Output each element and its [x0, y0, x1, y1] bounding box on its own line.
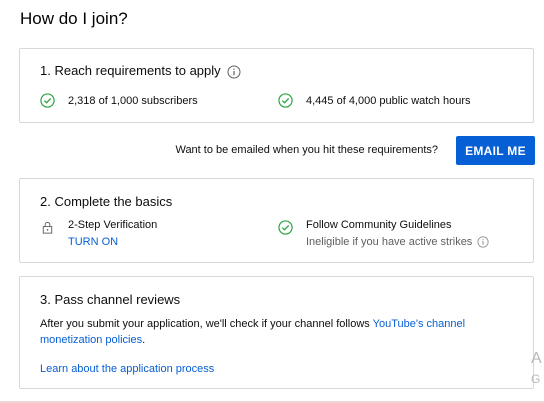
step2-title: 2. Complete the basics [40, 194, 173, 209]
email-me-button[interactable]: EMAIL ME [456, 136, 535, 165]
description-suffix: . [142, 334, 146, 346]
check-circle-icon [40, 93, 55, 108]
guidelines-note-text: Ineligible if you have active strikes [306, 236, 473, 248]
reviews-card: 3. Pass channel reviews After you submit… [19, 276, 534, 389]
email-row: Want to be emailed when you hit these re… [0, 136, 544, 165]
requirements-card: 1. Reach requirements to apply 2,318 of … [19, 48, 534, 123]
page-heading: How do I join? [20, 9, 128, 28]
watch-hours-requirement: 4,445 of 4,000 public watch hours [278, 93, 471, 108]
check-circle-icon [278, 220, 293, 235]
lock-icon [42, 221, 53, 234]
email-prompt: Want to be emailed when you hit these re… [175, 144, 438, 156]
subscribers-text: 2,318 of 1,000 subscribers [68, 94, 198, 107]
two-step-item: 2-Step Verification TURN ON [40, 219, 157, 248]
step3-title: 3. Pass channel reviews [40, 292, 181, 307]
check-circle-icon [278, 93, 293, 108]
two-step-label: 2-Step Verification [68, 219, 158, 231]
description-prefix: After you submit your application, we'll… [40, 318, 373, 330]
info-icon[interactable] [477, 236, 489, 248]
subscribers-requirement: 2,318 of 1,000 subscribers [40, 93, 198, 108]
guidelines-note: Ineligible if you have active strikes [306, 236, 489, 248]
activation-watermark-line2: G [531, 372, 541, 386]
step1-title: 1. Reach requirements to apply [40, 63, 241, 79]
info-icon[interactable] [227, 65, 241, 79]
learn-application-link[interactable]: Learn about the application process [40, 363, 214, 375]
guidelines-label: Follow Community Guidelines [306, 219, 452, 231]
turn-on-link[interactable]: TURN ON [68, 236, 157, 248]
basics-card: 2. Complete the basics 2-Step Verificati… [19, 178, 534, 263]
watch-hours-text: 4,445 of 4,000 public watch hours [306, 94, 471, 107]
guidelines-item: Follow Community Guidelines Ineligible i… [278, 219, 489, 248]
reviews-description: After you submit your application, we'll… [40, 316, 520, 348]
step1-title-text: 1. Reach requirements to apply [40, 63, 221, 78]
activation-watermark-line1: A [531, 350, 542, 367]
